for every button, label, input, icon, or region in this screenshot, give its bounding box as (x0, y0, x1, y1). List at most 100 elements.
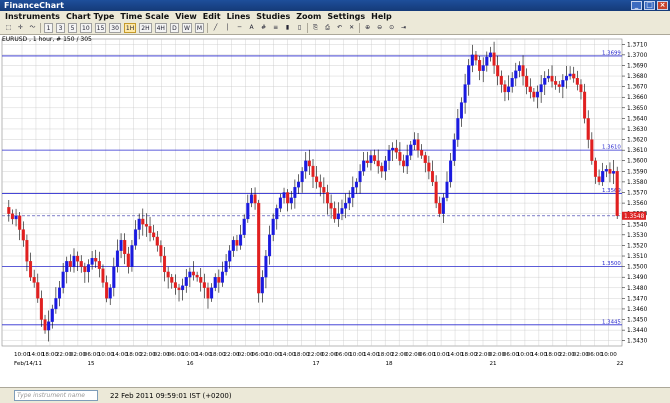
candle-chart-icon[interactable]: ▯ (295, 23, 304, 33)
instrument-search-input[interactable]: Type instrument name (14, 390, 98, 401)
timeframe-3[interactable]: 3 (56, 23, 65, 33)
menu-lines[interactable]: Lines (224, 12, 254, 21)
y-tick-label: 1.3500 (627, 265, 648, 271)
minimize-icon[interactable]: _ (631, 1, 642, 10)
candle-up (224, 261, 228, 273)
timeframe-w[interactable]: W (181, 23, 192, 33)
candle-up (347, 197, 351, 204)
text-tool-icon[interactable]: A (247, 23, 256, 33)
menu-instruments[interactable]: Instruments (2, 12, 63, 21)
candle-up (242, 218, 246, 235)
y-tick-label: 1.3480 (627, 286, 648, 292)
y-tick-label: 1.3590 (627, 169, 648, 175)
candle-up (278, 197, 282, 209)
menu-studies[interactable]: Studies (253, 12, 293, 21)
menu-view[interactable]: View (172, 12, 200, 21)
crosshair-icon[interactable]: ✛ (16, 23, 25, 33)
level-label: 1.3610 (602, 145, 621, 151)
horizontal-line-icon[interactable]: ─ (235, 23, 244, 33)
scroll-end-icon[interactable]: ⇥ (399, 23, 408, 33)
day-label: 21 (489, 361, 497, 367)
menu-zoom[interactable]: Zoom (293, 12, 324, 21)
candle-down (101, 268, 105, 283)
zoom-fit-icon[interactable]: ⊙ (387, 23, 396, 33)
timeframe-m[interactable]: M (194, 23, 205, 33)
y-tick-label: 1.3470 (627, 296, 648, 302)
candle-down (21, 229, 25, 241)
vertical-line-icon[interactable]: │ (223, 23, 232, 33)
candle-down (79, 261, 83, 267)
candle-down (173, 282, 177, 288)
menu-time-scale[interactable]: Time Scale (117, 12, 172, 21)
timeframe-2h[interactable]: 2H (139, 23, 152, 33)
timeframe-10[interactable]: 10 (80, 23, 92, 33)
candle-up (358, 171, 362, 183)
y-tick-label: 1.3510 (627, 254, 648, 260)
line-chart-icon[interactable]: 〜 (28, 23, 37, 33)
candle-up (130, 245, 134, 267)
close-icon[interactable]: × (657, 1, 668, 10)
candle-down (235, 239, 239, 246)
candle-up (282, 192, 286, 198)
candle-down (7, 207, 11, 214)
timeframe-1[interactable]: 1 (44, 23, 53, 33)
candle-down (199, 277, 203, 283)
timeframe-1h[interactable]: 1H (123, 23, 137, 33)
candle-down (152, 232, 156, 238)
candle-up (220, 271, 224, 283)
candle-down (586, 118, 590, 140)
candle-up (510, 78, 514, 87)
candle-down (579, 84, 583, 93)
draw-line-icon[interactable]: ╱ (211, 23, 220, 33)
candlestick-chart[interactable]: 10:0014:0018:0022:0002:0006:0010:0014:00… (0, 35, 670, 387)
copy-icon[interactable]: ⎘ (311, 23, 320, 33)
candle-down (615, 171, 619, 216)
menu-chart-type[interactable]: Chart Type (63, 12, 117, 21)
timeframe-d[interactable]: D (169, 23, 179, 33)
candle-up (184, 277, 188, 286)
delete-icon[interactable]: ✕ (347, 23, 356, 33)
candle-up (213, 277, 217, 288)
candle-up (485, 56, 489, 66)
timeframe-5[interactable]: 5 (68, 23, 77, 33)
candle-down (333, 208, 337, 220)
candle-up (61, 271, 65, 288)
candle-down (123, 239, 127, 255)
candle-down (163, 255, 167, 273)
candle-down (478, 60, 482, 71)
candle-up (50, 308, 54, 322)
candle-down (217, 277, 221, 283)
grid-icon[interactable]: # (259, 23, 268, 33)
chart-area[interactable]: 10:00 14:00 18:00 22:00 02:00 06:00 10:00 14:00… (0, 35, 670, 387)
y-tick-label: 1.3680 (627, 74, 648, 80)
day-label: Feb/14/11 (14, 361, 42, 367)
toolbar: ⬚ ✛ 〜 1 3 5 10 15 30 1H 2H 4H D W M ╱ │ … (0, 22, 670, 35)
bar-chart-icon[interactable]: ▮ (283, 23, 292, 33)
timeframe-4h[interactable]: 4H (154, 23, 167, 33)
y-tick-label: 1.3450 (627, 318, 648, 324)
timeframe-15[interactable]: 15 (94, 23, 107, 33)
candle-down (83, 266, 87, 273)
candle-up (72, 255, 76, 267)
print-icon[interactable]: ⎙ (323, 23, 332, 33)
day-label: 15 (87, 361, 95, 367)
maximize-icon[interactable]: □ (644, 1, 655, 10)
candle-down (29, 261, 33, 278)
candle-down (195, 274, 199, 278)
candle-up (340, 208, 344, 214)
zoom-out-icon[interactable]: ⊖ (375, 23, 384, 33)
y-tick-label: 1.3610 (627, 148, 648, 154)
menu-edit[interactable]: Edit (200, 12, 224, 21)
menu-help[interactable]: Help (368, 12, 395, 21)
candle-down (496, 65, 500, 77)
undo-icon[interactable]: ↶ (335, 23, 344, 33)
timeframe-30[interactable]: 30 (109, 23, 121, 33)
select-icon[interactable]: ⬚ (4, 23, 13, 33)
candle-up (463, 84, 467, 103)
fibonacci-icon[interactable]: ≡ (271, 23, 280, 33)
candle-down (474, 54, 478, 61)
menu-settings[interactable]: Settings (324, 12, 368, 21)
candle-up (391, 147, 395, 151)
zoom-in-icon[interactable]: ⊕ (363, 23, 372, 33)
window-controls: _ □ × (631, 1, 668, 10)
